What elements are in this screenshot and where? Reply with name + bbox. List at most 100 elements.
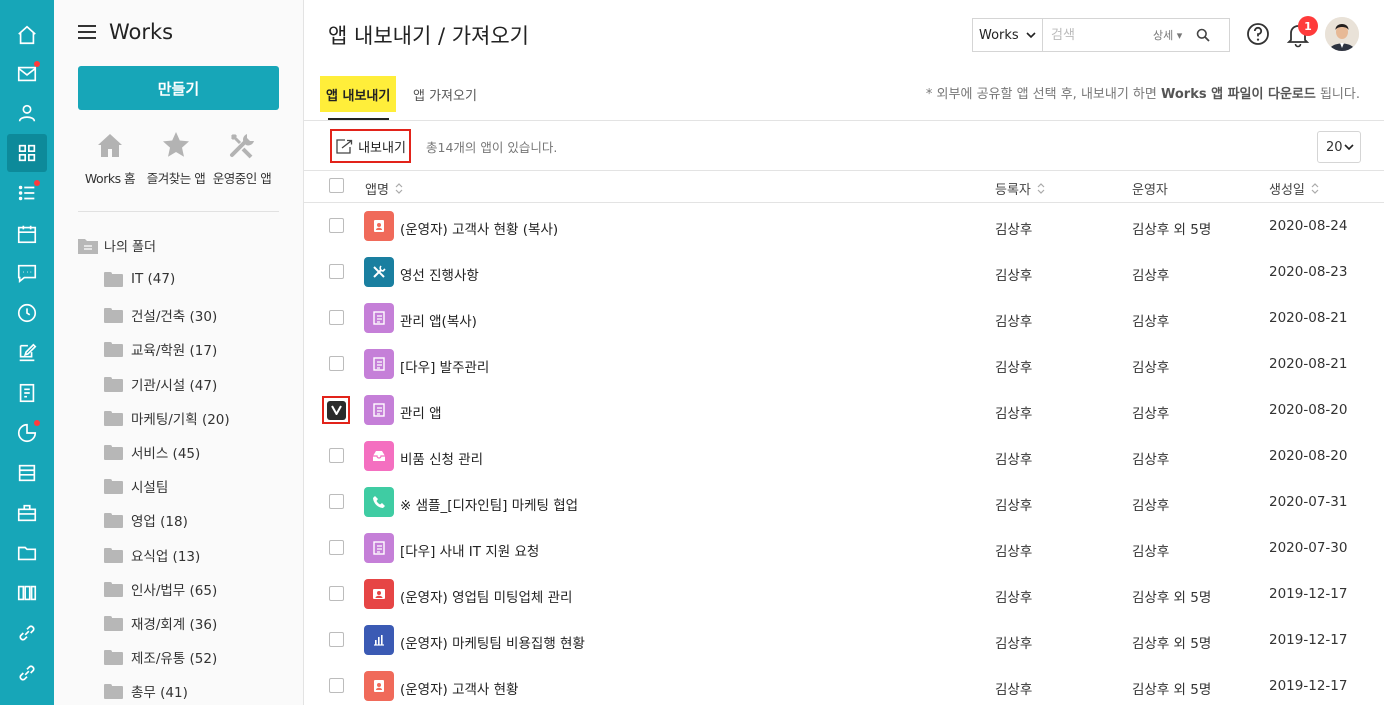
table-row[interactable]: ※ 샘플_[디자인팀] 마케팅 협업 김상후 김상후 2020-07-31 xyxy=(304,479,1384,525)
folder-item[interactable]: 교육/학원 (17) xyxy=(104,339,217,359)
avatar[interactable] xyxy=(1325,17,1359,51)
app-name[interactable]: (운영자) 고객사 현황 (복사) xyxy=(400,218,558,238)
search-detail-toggle[interactable]: 상세 ▾ xyxy=(1153,27,1182,43)
row-checkbox[interactable] xyxy=(329,586,344,601)
tasks-icon[interactable] xyxy=(7,174,47,212)
tools-icon xyxy=(373,265,386,278)
folder-item[interactable]: 재경/회계 (36) xyxy=(104,613,217,633)
per-page-select[interactable]: 20 xyxy=(1317,131,1361,163)
app-icon[interactable] xyxy=(364,303,394,333)
help-icon[interactable] xyxy=(1244,20,1272,48)
folder-root-label: 나의 폴더 xyxy=(104,240,156,255)
building-icon[interactable] xyxy=(7,574,47,612)
folder-item[interactable]: 제조/유통 (52) xyxy=(104,647,217,667)
tab-export[interactable]: 앱 내보내기 xyxy=(320,76,397,112)
created-date-cell: 2019-12-17 xyxy=(1269,632,1348,648)
app-icon[interactable] xyxy=(364,349,394,379)
app-name[interactable]: ※ 샘플_[디자인팀] 마케팅 협업 xyxy=(400,494,578,514)
folder-item[interactable]: 서비스 (45) xyxy=(104,442,200,462)
row-checkbox[interactable] xyxy=(322,396,350,424)
app-name[interactable]: [다우] 사내 IT 지원 요청 xyxy=(400,540,539,560)
registrant-cell: 김상후 xyxy=(995,360,1033,376)
tab-import[interactable]: 앱 가져오기 xyxy=(413,76,477,112)
row-checkbox[interactable] xyxy=(329,632,344,647)
column-registrant[interactable]: 등록자 xyxy=(995,179,1045,198)
app-icon[interactable] xyxy=(364,211,394,241)
folder-item[interactable]: 요식업 (13) xyxy=(104,545,200,565)
clock-icon[interactable] xyxy=(7,294,47,332)
table-row[interactable]: [다우] 사내 IT 지원 요청 김상후 김상후 2020-07-30 xyxy=(304,525,1384,571)
operator-cell: 김상후 외 5명 xyxy=(1132,682,1212,698)
table-row[interactable]: (운영자) 마케팅팀 비용집행 현황 김상후 김상후 외 5명 2019-12-17 xyxy=(304,617,1384,663)
row-checkbox[interactable] xyxy=(329,264,344,279)
notification-dot xyxy=(34,180,40,186)
table-row[interactable]: (운영자) 고객사 현황 김상후 김상후 외 5명 2019-12-17 xyxy=(304,663,1384,705)
link-icon[interactable] xyxy=(7,654,47,692)
app-name[interactable]: 영선 진행사항 xyxy=(400,264,479,284)
app-icon[interactable] xyxy=(364,625,394,655)
row-checkbox[interactable] xyxy=(329,494,344,509)
menu-icon[interactable] xyxy=(78,25,96,39)
table-row[interactable]: 비품 신청 관리 김상후 김상후 2020-08-20 xyxy=(304,433,1384,479)
app-name[interactable]: [다우] 발주관리 xyxy=(400,356,489,376)
app-icon[interactable] xyxy=(364,579,394,609)
app-name[interactable]: 비품 신청 관리 xyxy=(400,448,483,468)
table-row[interactable]: 관리 앱 김상후 김상후 2020-08-20 xyxy=(304,387,1384,433)
app-name[interactable]: (운영자) 마케팅팀 비용집행 현황 xyxy=(400,632,585,652)
app-name[interactable]: (운영자) 고객사 현황 xyxy=(400,678,518,698)
folder-item[interactable]: 기관/시설 (47) xyxy=(104,374,217,394)
app-icon[interactable] xyxy=(364,395,394,425)
chat-icon[interactable] xyxy=(7,254,47,292)
search-icon[interactable] xyxy=(1196,28,1210,42)
search-scope-select[interactable]: Works xyxy=(973,19,1043,51)
folder-icon[interactable] xyxy=(7,534,47,572)
row-checkbox[interactable] xyxy=(329,448,344,463)
calendar-icon[interactable] xyxy=(7,215,47,253)
table-row[interactable]: 관리 앱(복사) 김상후 김상후 2020-08-21 xyxy=(304,295,1384,341)
row-checkbox[interactable] xyxy=(329,356,344,371)
app-icon[interactable] xyxy=(364,441,394,471)
row-checkbox[interactable] xyxy=(329,540,344,555)
row-checkbox[interactable] xyxy=(329,218,344,233)
app-icon[interactable] xyxy=(364,671,394,701)
edit-icon[interactable] xyxy=(7,334,47,372)
select-all-checkbox[interactable] xyxy=(329,178,344,193)
contacts-icon[interactable] xyxy=(7,94,47,132)
export-button[interactable]: 내보내기 xyxy=(330,129,411,163)
chart-icon[interactable] xyxy=(7,414,47,452)
created-date-cell: 2020-08-21 xyxy=(1269,310,1348,326)
table-row[interactable]: (운영자) 영업팀 미팅업체 관리 김상후 김상후 외 5명 2019-12-17 xyxy=(304,571,1384,617)
app-name[interactable]: 관리 앱(복사) xyxy=(400,310,477,330)
table-row[interactable]: 영선 진행사항 김상후 김상후 2020-08-23 xyxy=(304,249,1384,295)
column-app-name[interactable]: 앱명 xyxy=(365,179,403,198)
app-icon[interactable] xyxy=(364,533,394,563)
folder-item[interactable]: 시설팀 xyxy=(104,476,168,496)
apps-icon[interactable] xyxy=(7,134,47,172)
folder-item[interactable]: 총무 (41) xyxy=(104,681,188,701)
app-icon[interactable] xyxy=(364,257,394,287)
link-icon[interactable] xyxy=(7,614,47,652)
row-checkbox[interactable] xyxy=(329,678,344,693)
quick-link-operating[interactable]: 운영중인 앱 xyxy=(202,130,282,187)
table-row[interactable]: [다우] 발주관리 김상후 김상후 2020-08-21 xyxy=(304,341,1384,387)
briefcase-icon[interactable] xyxy=(7,494,47,532)
app-icon[interactable] xyxy=(364,487,394,517)
app-name[interactable]: 관리 앱 xyxy=(400,402,442,422)
list-icon[interactable] xyxy=(7,454,47,492)
home-icon[interactable] xyxy=(7,16,47,54)
search-input[interactable] xyxy=(1043,20,1151,50)
create-button[interactable]: 만들기 xyxy=(78,66,279,110)
folder-item[interactable]: 마케팅/기획 (20) xyxy=(104,408,230,428)
folder-item[interactable]: 영업 (18) xyxy=(104,510,188,530)
mail-icon[interactable] xyxy=(7,55,47,93)
row-checkbox[interactable] xyxy=(329,310,344,325)
column-operator[interactable]: 운영자 xyxy=(1132,179,1168,198)
folder-item[interactable]: 인사/법무 (65) xyxy=(104,579,217,599)
folder-item[interactable]: 건설/건축 (30) xyxy=(104,305,217,325)
folder-item[interactable]: IT (47) xyxy=(104,271,175,287)
column-created-date[interactable]: 생성일 xyxy=(1269,179,1319,198)
table-row[interactable]: (운영자) 고객사 현황 (복사) 김상후 김상후 외 5명 2020-08-24 xyxy=(304,203,1384,249)
app-name[interactable]: (운영자) 영업팀 미팅업체 관리 xyxy=(400,586,572,606)
folder-root[interactable]: 나의 폴더 xyxy=(78,236,156,255)
form-icon[interactable] xyxy=(7,374,47,412)
